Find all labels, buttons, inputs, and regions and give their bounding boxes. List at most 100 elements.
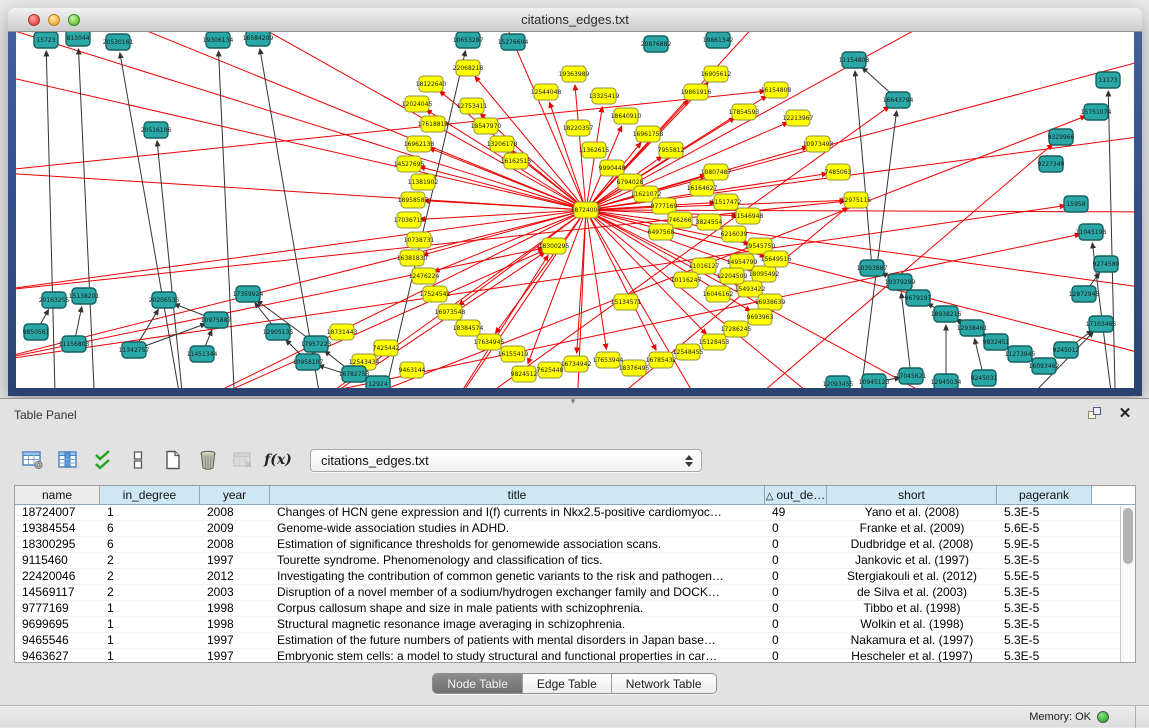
table-cell: 5.3E-5 <box>997 617 1092 632</box>
graph-node-label: 9329966 <box>1048 134 1075 141</box>
graph-node-label: 17854593 <box>729 109 760 116</box>
graph-node-label: 9245012 <box>1053 347 1080 354</box>
citation-edge-red[interactable] <box>16 32 586 210</box>
graph-node-label: 16584209 <box>243 35 274 42</box>
graph-node-label: 10973493 <box>803 141 834 148</box>
table-row[interactable]: 946554611997Estimation of the future num… <box>15 633 1135 649</box>
graph-node-label: 17359924 <box>233 291 264 298</box>
table-cell: 1998 <box>200 601 270 616</box>
table-cell: 18300295 <box>15 537 100 552</box>
table-tabs-row: Node TableEdge TableNetwork Table <box>0 673 1149 694</box>
function-builder-icon[interactable]: f(x) <box>265 447 291 473</box>
column-header-short[interactable]: short <box>827 486 997 504</box>
table-cell: 2 <box>100 569 200 584</box>
graph-node-label: 12924 <box>368 381 387 388</box>
table-selector-dropdown[interactable]: citations_edges.txt <box>310 449 702 472</box>
tab-network-table[interactable]: Network Table <box>612 674 716 693</box>
table-cell: Tourette syndrome. Phenomenology and cla… <box>270 553 765 568</box>
table-cell: 6 <box>100 521 200 536</box>
tab-edge-table[interactable]: Edge Table <box>523 674 612 693</box>
graph-node-label: 11156803 <box>59 341 90 348</box>
citation-edge-red[interactable] <box>16 248 543 362</box>
citation-edge-red[interactable] <box>16 173 586 210</box>
graph-node-label: 12872945 <box>1069 291 1100 298</box>
citation-edge-red[interactable] <box>420 210 586 219</box>
column-header-in-degree[interactable]: in_degree <box>100 486 200 504</box>
graph-node-label: 17618813 <box>418 121 449 128</box>
float-panel-icon[interactable] <box>1087 406 1103 422</box>
column-header-pagerank[interactable]: pagerank <box>997 486 1092 504</box>
table-row[interactable]: 969969511998Structural magnetic resonanc… <box>15 617 1135 633</box>
memory-status-indicator[interactable] <box>1097 711 1109 723</box>
table-cell: 1 <box>100 505 200 520</box>
minimize-window-button[interactable] <box>48 14 60 26</box>
network-canvas[interactable]: 1872400718300295181226401202404517618813… <box>16 32 1134 388</box>
close-panel-icon[interactable]: ✕ <box>1117 406 1133 422</box>
column-header-year[interactable]: year <box>200 486 270 504</box>
graph-node-label: 11517472 <box>711 199 742 206</box>
column-header-title[interactable]: title <box>270 486 765 504</box>
graph-node-label: 12938461 <box>957 325 988 332</box>
citation-edge-black[interactable] <box>855 71 872 268</box>
graph-node-label: 10958107 <box>293 359 324 366</box>
table-cell: Wolkin et al. (1998) <box>827 617 997 632</box>
graph-node-label: 19363989 <box>559 71 590 78</box>
graph-node-label: 14527695 <box>394 161 425 168</box>
zoom-window-button[interactable] <box>68 14 80 26</box>
network-graph[interactable]: 1872400718300295181226401202404517618813… <box>16 32 1134 388</box>
clear-selection-icon[interactable] <box>125 447 151 473</box>
new-column-icon[interactable] <box>160 447 186 473</box>
graph-node-label: 18724007 <box>571 207 602 214</box>
table-cell: 0 <box>765 553 827 568</box>
table-row[interactable]: 1938455462009Genome-wide association stu… <box>15 521 1135 537</box>
close-window-button[interactable] <box>28 14 40 26</box>
show-columns-icon[interactable] <box>55 447 81 473</box>
column-header-out-de-[interactable]: △out_de… <box>765 486 827 504</box>
table-cell: 0 <box>765 521 827 536</box>
table-cell: Franke et al. (2009) <box>827 521 997 536</box>
graph-node-label: 15751074 <box>1081 109 1112 116</box>
table-cell: 2008 <box>200 505 270 520</box>
window-titlebar[interactable]: citations_edges.txt <box>8 8 1142 32</box>
table-mode-icon[interactable] <box>20 447 46 473</box>
table-cell: 9463627 <box>15 649 100 663</box>
table-cell: 49 <box>765 505 827 520</box>
graph-node-label: 17286245 <box>721 326 752 333</box>
table-row[interactable]: 946362711997Embryonic stem cells: a mode… <box>15 649 1135 663</box>
table-scrollbar-thumb[interactable] <box>1123 508 1133 564</box>
sort-ascending-icon: △ <box>766 491 774 502</box>
graph-node-label: 16782753 <box>339 371 370 378</box>
table-row[interactable]: 1872400712008Changes of HCN gene express… <box>15 505 1135 521</box>
table-row[interactable]: 1830029562008Estimation of significance … <box>15 537 1135 553</box>
graph-node-label: 15138201 <box>69 293 100 300</box>
graph-node-label: 9777169 <box>651 203 678 210</box>
citation-edge-red[interactable] <box>16 210 586 291</box>
table-cell: 2009 <box>200 521 270 536</box>
table-row[interactable]: 911546021997Tourette syndrome. Phenomeno… <box>15 553 1135 569</box>
table-row[interactable]: 977716911998Corpus callosum shape and si… <box>15 601 1135 617</box>
delete-columns-icon[interactable] <box>195 447 221 473</box>
table-row[interactable]: 2242004622012Investigating the contribut… <box>15 569 1135 585</box>
graph-node-label: 11154808 <box>839 57 870 64</box>
graph-node-label: 16962138 <box>404 141 435 148</box>
table-scrollbar-track[interactable] <box>1120 506 1135 662</box>
status-bar: Memory: OK <box>0 705 1149 727</box>
node-table: namein_degreeyeartitle△out_de…shortpager… <box>14 485 1136 663</box>
citation-edge-red[interactable] <box>226 32 586 210</box>
graph-node-label: 11016127 <box>689 263 720 270</box>
delete-table-icon[interactable] <box>230 447 256 473</box>
graph-node-label: 11381902 <box>408 179 439 186</box>
graph-node-label: 10393887 <box>857 265 888 272</box>
graph-node-label: 18300295 <box>539 243 570 250</box>
table-row[interactable]: 1456911722003Disruption of a novel membe… <box>15 585 1135 601</box>
citation-edge-red[interactable] <box>420 167 586 210</box>
function-builder-icon-label: f(x) <box>264 452 292 468</box>
select-all-icon[interactable] <box>90 447 116 473</box>
graph-node-label: 18938216 <box>931 311 962 318</box>
graph-node-label: 10653287 <box>453 37 484 44</box>
graph-node-label: 6216039 <box>721 231 748 238</box>
column-header-name[interactable]: name <box>15 486 100 504</box>
tab-node-table[interactable]: Node Table <box>433 674 523 693</box>
citation-edge-black[interactable] <box>219 51 236 388</box>
citation-edge-black[interactable] <box>1108 91 1116 388</box>
